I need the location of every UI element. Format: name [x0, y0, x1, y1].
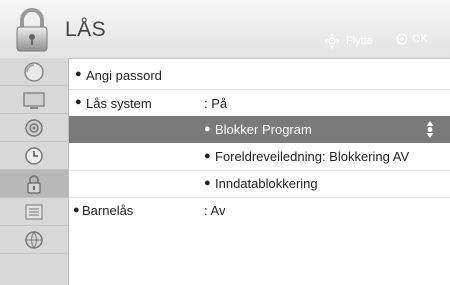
up-down-arrow-icon	[426, 121, 434, 138]
padlock-icon	[6, 6, 58, 54]
lock-settings-screen: LÅS Flytte OK ● Angi passord ● Lås syste…	[0, 0, 450, 285]
page-title: LÅS	[65, 18, 107, 41]
sidebar-item-time[interactable]	[0, 142, 68, 169]
sidebar-item-screen[interactable]	[0, 86, 68, 113]
move-hint-label: Flytte	[346, 35, 373, 47]
input-block-label: Inndatablokkering	[215, 176, 318, 191]
menu-item-block-program[interactable]: ● Blokker Program	[69, 116, 450, 143]
ok-hint: OK	[396, 33, 428, 45]
screen-icon	[23, 91, 45, 109]
clock-icon	[25, 146, 43, 165]
menu-item-input-block[interactable]: ● Inndatablokkering	[69, 170, 450, 197]
lock-icon	[27, 174, 41, 194]
sidebar-item-audio[interactable]	[0, 114, 68, 141]
move-hint: Flytte	[322, 33, 373, 49]
child-lock-value: : Av	[204, 203, 226, 218]
sidebar-item-options[interactable]	[0, 198, 68, 225]
sidebar-item-network[interactable]	[0, 226, 68, 253]
lock-system-value: : På	[204, 96, 228, 111]
menu-header: LÅS Flytte OK	[0, 0, 450, 59]
options-icon	[25, 203, 43, 220]
menu-item-set-password[interactable]: ● Angi passord	[69, 62, 450, 89]
block-program-label: Blokker Program	[215, 122, 312, 137]
set-password-label: Angi passord	[86, 68, 162, 83]
sidebar-item-picture[interactable]	[0, 58, 68, 85]
menu-item-child-lock[interactable]: ● Barnelås : Av	[69, 197, 450, 224]
network-icon	[25, 230, 43, 249]
lock-menu: ● Angi passord ● Lås system : På ● Blokk…	[69, 58, 450, 285]
directional-arrows-icon	[324, 33, 340, 49]
picture-icon	[24, 61, 44, 82]
ok-hint-label: OK	[412, 33, 428, 45]
parental-guidance-label: Foreldreveiledning: Blokkering AV	[215, 149, 410, 164]
menu-item-parental-guidance[interactable]: ● Foreldreveiledning: Blokkering AV	[69, 143, 450, 170]
menu-item-lock-system[interactable]: ● Lås system : På	[69, 89, 450, 116]
child-lock-label: Barnelås	[82, 203, 134, 218]
ok-button-icon	[396, 33, 408, 45]
lock-system-label: Lås system	[86, 96, 152, 111]
category-sidebar	[0, 58, 69, 285]
sidebar-item-lock[interactable]	[0, 170, 68, 197]
speaker-icon	[25, 118, 43, 137]
